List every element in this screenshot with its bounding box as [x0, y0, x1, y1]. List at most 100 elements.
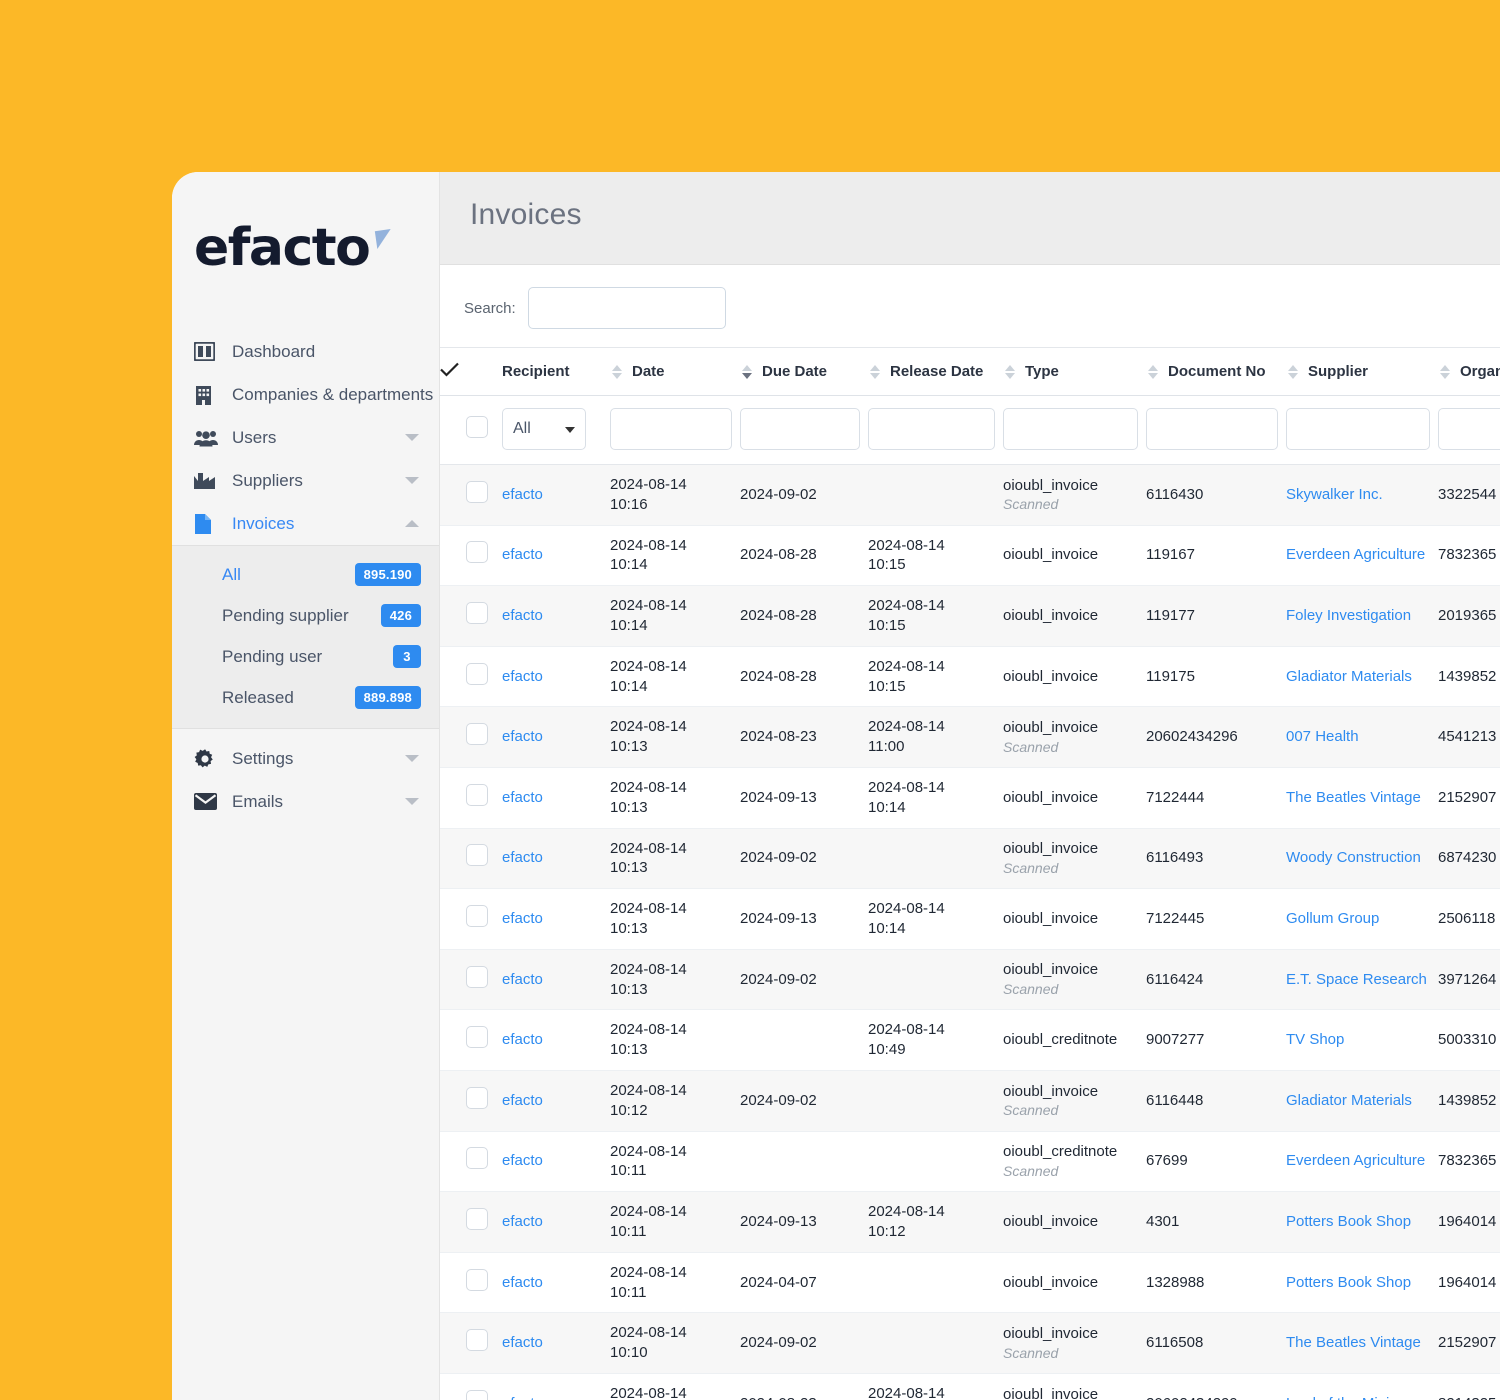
supplier-link[interactable]: Gladiator Materials: [1286, 668, 1412, 685]
row-checkbox[interactable]: [466, 1389, 488, 1400]
sort-icon[interactable]: [1288, 364, 1298, 379]
recipient-link[interactable]: efacto: [502, 910, 543, 927]
column-header-date[interactable]: Date: [610, 347, 740, 396]
column-header-recipient[interactable]: Recipient: [502, 347, 610, 396]
column-header-type[interactable]: Type: [1003, 347, 1146, 396]
recipient-link[interactable]: efacto: [502, 1274, 543, 1291]
supplier-link[interactable]: The Beatles Vintage: [1286, 1334, 1421, 1351]
supplier-link[interactable]: Lord of the Minions: [1286, 1395, 1414, 1400]
column-header-supplier[interactable]: Supplier: [1286, 347, 1438, 396]
recipient-link[interactable]: efacto: [502, 1395, 543, 1400]
document-no-filter-input[interactable]: [1146, 408, 1278, 450]
row-checkbox[interactable]: [466, 541, 488, 564]
column-header-organisation[interactable]: Organisa: [1438, 347, 1500, 396]
supplier-link[interactable]: E.T. Space Research: [1286, 971, 1427, 988]
sort-icon[interactable]: [612, 364, 622, 379]
sidebar-subitem-pending-user[interactable]: Pending user 3: [172, 636, 439, 677]
row-checkbox[interactable]: [466, 662, 488, 685]
date-filter-input[interactable]: [610, 408, 732, 450]
supplier-link[interactable]: Woody Construction: [1286, 849, 1421, 866]
recipient-link[interactable]: efacto: [502, 1031, 543, 1048]
sidebar-subitem-released[interactable]: Released 889.898: [172, 677, 439, 718]
recipient-link[interactable]: efacto: [502, 728, 543, 745]
row-checkbox[interactable]: [466, 905, 488, 928]
row-checkbox[interactable]: [466, 844, 488, 867]
table-row[interactable]: efacto 2024-08-14 10:13 2024-09-13 2024-08-1…: [440, 888, 1500, 950]
sidebar-item-invoices[interactable]: Invoices: [172, 502, 439, 545]
table-row[interactable]: efacto 2024-08-14 10:14 2024-08-28 2024-08-1…: [440, 585, 1500, 647]
row-checkbox[interactable]: [466, 1268, 488, 1291]
supplier-link[interactable]: Potters Book Shop: [1286, 1213, 1411, 1230]
table-row[interactable]: efacto 2024-08-14 10:13 2024-08-14 10:49 oiou…: [440, 1009, 1500, 1071]
recipient-link[interactable]: efacto: [502, 849, 543, 866]
sidebar-subitem-pending-supplier[interactable]: Pending supplier 426: [172, 595, 439, 636]
due-date-filter-input[interactable]: [740, 408, 860, 450]
select-all-checkbox[interactable]: [466, 415, 488, 438]
row-checkbox[interactable]: [466, 723, 488, 746]
supplier-link[interactable]: The Beatles Vintage: [1286, 789, 1421, 806]
sidebar-item-dashboard[interactable]: Dashboard: [172, 330, 439, 373]
recipient-link[interactable]: efacto: [502, 668, 543, 685]
sidebar-item-companies[interactable]: Companies & departments: [172, 373, 439, 416]
chevron-down-icon[interactable]: [405, 798, 419, 805]
table-row[interactable]: efacto 2024-08-14 10:14 2024-08-28 2024-08-1…: [440, 646, 1500, 708]
recipient-link[interactable]: efacto: [502, 1213, 543, 1230]
sidebar-item-emails[interactable]: Emails: [172, 780, 439, 823]
row-checkbox[interactable]: [466, 1026, 488, 1049]
table-row[interactable]: efacto 2024-08-14 10:11 2024-04-07 oioubl_in…: [440, 1252, 1500, 1314]
recipient-link[interactable]: efacto: [502, 1152, 543, 1169]
row-checkbox[interactable]: [466, 1147, 488, 1170]
organisation-filter-input[interactable]: [1438, 408, 1500, 450]
row-checkbox[interactable]: [466, 602, 488, 625]
sort-icon[interactable]: [1440, 364, 1450, 379]
sort-icon[interactable]: [742, 364, 752, 379]
recipient-link[interactable]: efacto: [502, 1334, 543, 1351]
recipient-link[interactable]: efacto: [502, 486, 543, 503]
supplier-link[interactable]: Everdeen Agriculture: [1286, 1152, 1425, 1169]
sort-icon[interactable]: [1148, 364, 1158, 379]
supplier-filter-input[interactable]: [1286, 408, 1430, 450]
column-header-due-date[interactable]: Due Date: [740, 347, 868, 396]
release-date-filter-input[interactable]: [868, 408, 995, 450]
recipient-link[interactable]: efacto: [502, 1092, 543, 1109]
supplier-link[interactable]: Everdeen Agriculture: [1286, 546, 1425, 563]
column-header-release-date[interactable]: Release Date: [868, 347, 1003, 396]
supplier-link[interactable]: Foley Investigation: [1286, 607, 1411, 624]
supplier-link[interactable]: Gladiator Materials: [1286, 1092, 1412, 1109]
table-row[interactable]: efacto 2024-08-14 10:14 2024-08-28 2024-08-1…: [440, 525, 1500, 587]
sidebar-item-suppliers[interactable]: Suppliers: [172, 459, 439, 502]
table-row[interactable]: efacto 2024-08-14 10:13 2024-09-13 2024-08-1…: [440, 767, 1500, 829]
chevron-down-icon[interactable]: [405, 755, 419, 762]
chevron-down-icon[interactable]: [405, 477, 419, 484]
chevron-up-icon[interactable]: [405, 520, 419, 527]
recipient-link[interactable]: efacto: [502, 789, 543, 806]
recipient-link[interactable]: efacto: [502, 971, 543, 988]
sidebar-subitem-all[interactable]: All 895.190: [172, 554, 439, 595]
table-row[interactable]: efacto 2024-08-14 10:16 2024-09-02 oioubl_in…: [440, 464, 1500, 526]
sidebar-item-settings[interactable]: Settings: [172, 737, 439, 780]
search-input[interactable]: [527, 287, 726, 329]
supplier-link[interactable]: Potters Book Shop: [1286, 1274, 1411, 1291]
recipient-link[interactable]: efacto: [502, 546, 543, 563]
select-all-header[interactable]: [440, 347, 502, 396]
row-checkbox[interactable]: [466, 783, 488, 806]
sort-icon[interactable]: [870, 364, 880, 379]
row-checkbox[interactable]: [466, 965, 488, 988]
table-row[interactable]: efacto 2024-08-14 10:13 2024-08-23 2024-08-1…: [440, 706, 1500, 768]
table-row[interactable]: efacto 2024-08-14 10:12 2024-09-02 oioubl_in…: [440, 1070, 1500, 1132]
app-logo[interactable]: efacto: [172, 172, 439, 312]
table-row[interactable]: efacto 2024-08-1410:102024-08-23 2024-08-1…: [440, 1373, 1500, 1400]
chevron-down-icon[interactable]: [405, 434, 419, 441]
recipient-link[interactable]: efacto: [502, 607, 543, 624]
supplier-link[interactable]: TV Shop: [1286, 1031, 1344, 1048]
row-checkbox[interactable]: [466, 1208, 488, 1231]
table-row[interactable]: efacto 2024-08-14 10:11 2024-09-13 2024-08-1…: [440, 1191, 1500, 1253]
recipient-filter-select[interactable]: All: [502, 408, 586, 450]
column-header-document-no[interactable]: Document No: [1146, 347, 1286, 396]
table-row[interactable]: efacto 2024-08-14 10:10 2024-09-02 oioubl_in…: [440, 1312, 1500, 1374]
row-checkbox[interactable]: [466, 1329, 488, 1352]
table-row[interactable]: efacto 2024-08-14 10:11 oioubl_creditnote Sc…: [440, 1131, 1500, 1193]
supplier-link[interactable]: Skywalker Inc.: [1286, 486, 1383, 503]
supplier-link[interactable]: Gollum Group: [1286, 910, 1379, 927]
sort-icon[interactable]: [1005, 364, 1015, 379]
